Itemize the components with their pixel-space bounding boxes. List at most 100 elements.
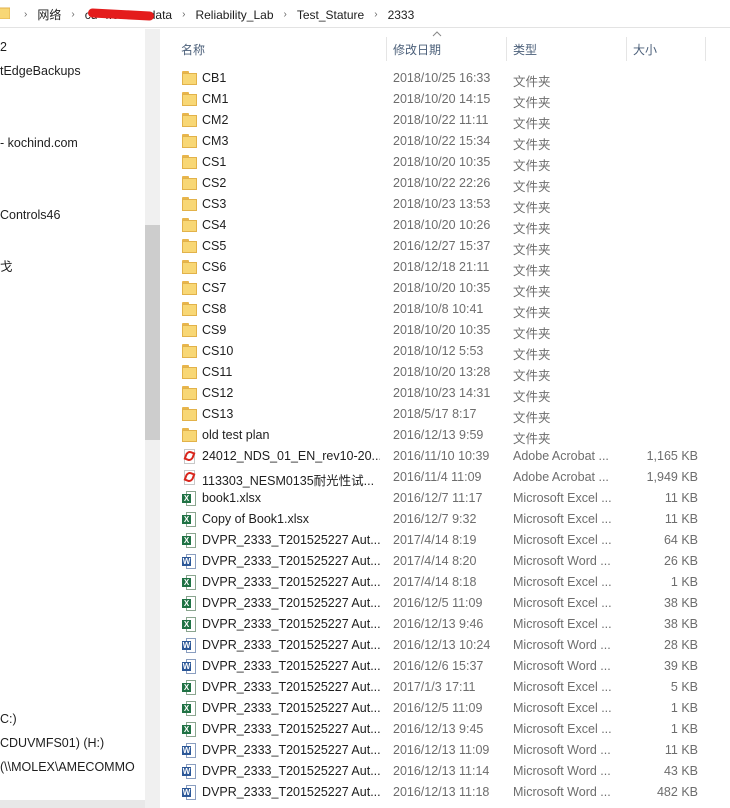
chevron-right-icon[interactable]: › bbox=[278, 9, 293, 20]
file-name: DVPR_2333_T201525227 Aut... bbox=[202, 554, 380, 568]
nav-item-drive[interactable]: C:) bbox=[0, 712, 17, 726]
file-type: 文件夹 bbox=[513, 201, 551, 215]
file-name: CS1 bbox=[202, 155, 227, 169]
column-date-header[interactable]: 修改日期 bbox=[393, 29, 441, 61]
column-divider[interactable] bbox=[705, 37, 706, 61]
folder-row[interactable]: CM2 2018/10/22 11:11 文件夹 bbox=[160, 110, 730, 131]
file-row[interactable]: Xbook1.xlsx 2016/12/7 11:17 Microsoft Exce… bbox=[160, 488, 730, 509]
file-type: 文件夹 bbox=[513, 411, 551, 425]
folder-row[interactable]: CS6 2018/12/18 21:11 文件夹 bbox=[160, 257, 730, 278]
file-row[interactable]: 24012_NDS_01_EN_rev10-20... 2016/11/10 10… bbox=[160, 446, 730, 467]
file-row[interactable]: X Copy of Book1.xlsx 2016/12/7 9:32 Microso… bbox=[160, 509, 730, 530]
file-row[interactable]: W DVPR_2333_T201525227 Aut... 2016/12/13 1… bbox=[160, 782, 730, 803]
file-date: 2018/10/12 5:53 bbox=[393, 344, 484, 358]
folder-row[interactable]: CS13 2018/5/17 8:17 文件夹 bbox=[160, 404, 730, 425]
excel-icon: X bbox=[182, 533, 198, 548]
file-row[interactable]: X DVPR_2333_T201525227 Aut... 2016/12/5 11… bbox=[160, 593, 730, 614]
file-type: Adobe Acrobat ... bbox=[513, 449, 609, 463]
file-type: 文件夹 bbox=[513, 369, 551, 383]
file-date: 2016/11/10 10:39 bbox=[393, 449, 490, 463]
file-row[interactable]: W DVPR_2333_T201525227 Aut... 2017/4/14 8:… bbox=[160, 551, 730, 572]
file-date: 2016/12/13 11:18 bbox=[393, 785, 490, 799]
nav-scrollbar-thumb[interactable] bbox=[145, 225, 160, 440]
breadcrumb-item[interactable]: 2333 bbox=[384, 8, 419, 22]
breadcrumb-item[interactable]: Test_Stature bbox=[293, 8, 368, 22]
column-divider[interactable] bbox=[506, 37, 507, 61]
column-divider[interactable] bbox=[626, 37, 627, 61]
breadcrumb-item[interactable]: 网络 bbox=[33, 6, 65, 23]
folder-icon bbox=[182, 113, 198, 128]
file-date: 2018/10/22 11:11 bbox=[393, 113, 489, 127]
pdf-icon bbox=[182, 470, 198, 485]
folder-row[interactable]: CM3 2018/10/22 15:34 文件夹 bbox=[160, 131, 730, 152]
breadcrumb-item[interactable]: Reliability_Lab bbox=[191, 8, 277, 22]
folder-row[interactable]: CS3 2018/10/23 13:53 文件夹 bbox=[160, 194, 730, 215]
file-row[interactable]: X DVPR_2333_T201525227 Aut... 2016/12/13 9… bbox=[160, 614, 730, 635]
chevron-right-icon[interactable]: › bbox=[18, 9, 33, 20]
folder-row[interactable]: CS4 2018/10/20 10:26 文件夹 bbox=[160, 215, 730, 236]
folder-row[interactable]: CS7 2018/10/20 10:35 文件夹 bbox=[160, 278, 730, 299]
nav-item-drive[interactable]: (\\MOLEX\AMECOMMO bbox=[0, 760, 135, 774]
excel-icon: X bbox=[182, 596, 198, 611]
nav-horizontal-scrollbar[interactable] bbox=[0, 800, 145, 808]
folder-row[interactable]: CS2 2018/10/22 22:26 文件夹 bbox=[160, 173, 730, 194]
folder-row[interactable]: CS1 2018/10/20 10:35 文件夹 bbox=[160, 152, 730, 173]
folder-row[interactable]: CM1 2018/10/20 14:15 文件夹 bbox=[160, 89, 730, 110]
nav-item[interactable]: - kochind.com bbox=[0, 136, 78, 150]
file-date: 2018/10/25 16:33 bbox=[393, 71, 491, 85]
file-type: Microsoft Excel ... bbox=[513, 575, 612, 589]
folder-row[interactable]: CB1 2018/10/25 16:33 文件夹 bbox=[160, 68, 730, 89]
folder-row[interactable]: CS12 2018/10/23 14:31 文件夹 bbox=[160, 383, 730, 404]
file-name: old test plan bbox=[202, 428, 270, 442]
file-type: Microsoft Word ... bbox=[513, 785, 611, 799]
folder-row[interactable]: CS8 2018/10/8 10:41 文件夹 bbox=[160, 299, 730, 320]
file-size: 1 KB bbox=[670, 701, 698, 715]
word-icon: W bbox=[182, 659, 198, 674]
file-row[interactable]: W DVPR_2333_T201525227 Aut... 2016/12/13 1… bbox=[160, 740, 730, 761]
folder-row[interactable]: CS10 2018/10/12 5:53 文件夹 bbox=[160, 341, 730, 362]
file-name: DVPR_2333_T201525227 Aut... bbox=[202, 575, 380, 589]
address-bar[interactable]: › 网络 › cd f.01 › data › Reliability_Lab … bbox=[0, 0, 730, 28]
file-date: 2016/11/4 11:09 bbox=[393, 470, 482, 484]
folder-icon bbox=[182, 197, 198, 212]
file-row[interactable]: X DVPR_2333_T201525227 Aut... 2016/12/5 11… bbox=[160, 698, 730, 719]
file-date: 2018/10/20 13:28 bbox=[393, 365, 491, 379]
file-row[interactable]: W DVPR_2333_T201525227 Aut... 2016/12/6 15… bbox=[160, 656, 730, 677]
file-row[interactable]: X DVPR_2333_T201525227 Aut... 2017/1/3 17:… bbox=[160, 677, 730, 698]
nav-item[interactable]: 2 bbox=[0, 40, 7, 54]
file-row[interactable]: X DVPR_2333_T201525227 Aut... 2016/12/13 9… bbox=[160, 719, 730, 740]
folder-icon bbox=[182, 134, 198, 149]
file-date: 2016/12/13 9:46 bbox=[393, 617, 484, 631]
file-row[interactable]: W DVPR_2333_T201525227 Aut... 2016/12/13 1… bbox=[160, 635, 730, 656]
nav-item[interactable]: 戈 bbox=[0, 256, 13, 275]
folder-icon bbox=[182, 302, 198, 317]
file-type: 文件夹 bbox=[513, 138, 551, 152]
chevron-right-icon[interactable]: › bbox=[368, 9, 383, 20]
folder-icon bbox=[182, 239, 198, 254]
folder-row[interactable]: CS11 2018/10/20 13:28 文件夹 bbox=[160, 362, 730, 383]
nav-item-drive[interactable]: CDUVMFS01) (H:) bbox=[0, 736, 104, 750]
file-type: Microsoft Word ... bbox=[513, 764, 611, 778]
file-name: CS2 bbox=[202, 176, 227, 190]
nav-item[interactable]: Controls46 bbox=[0, 208, 60, 222]
file-type: Microsoft Excel ... bbox=[513, 533, 612, 547]
chevron-right-icon[interactable]: › bbox=[176, 9, 191, 20]
folder-row[interactable]: CS5 2016/12/27 15:37 文件夹 bbox=[160, 236, 730, 257]
folder-icon bbox=[182, 407, 198, 422]
column-divider[interactable] bbox=[386, 37, 387, 61]
column-size-header[interactable]: 大小 bbox=[633, 29, 657, 61]
file-row[interactable]: X DVPR_2333_T201525227 Aut... 2017/4/14 8:… bbox=[160, 530, 730, 551]
chevron-right-icon[interactable]: › bbox=[65, 9, 80, 20]
file-row[interactable]: X DVPR_2333_T201525227 Aut... 2017/4/14 8:… bbox=[160, 572, 730, 593]
file-row[interactable]: 113303_NESM0135耐光性试... 2016/11/4 11:09 Ado… bbox=[160, 467, 730, 488]
folder-row[interactable]: old test plan 2016/12/13 9:59 文件夹 bbox=[160, 425, 730, 446]
file-row[interactable]: W DVPR_2333_T201525227 Aut... 2016/12/13 1… bbox=[160, 761, 730, 782]
file-name: CM2 bbox=[202, 113, 229, 127]
column-name-header[interactable]: 名称 bbox=[181, 29, 205, 61]
nav-item[interactable]: tEdgeBackups bbox=[0, 64, 81, 78]
column-type-header[interactable]: 类型 bbox=[513, 29, 537, 61]
folder-row[interactable]: CS9 2018/10/20 10:35 文件夹 bbox=[160, 320, 730, 341]
file-date: 2016/12/7 9:32 bbox=[393, 512, 477, 526]
file-size: 11 KB bbox=[664, 743, 698, 757]
excel-icon: X bbox=[182, 491, 198, 506]
